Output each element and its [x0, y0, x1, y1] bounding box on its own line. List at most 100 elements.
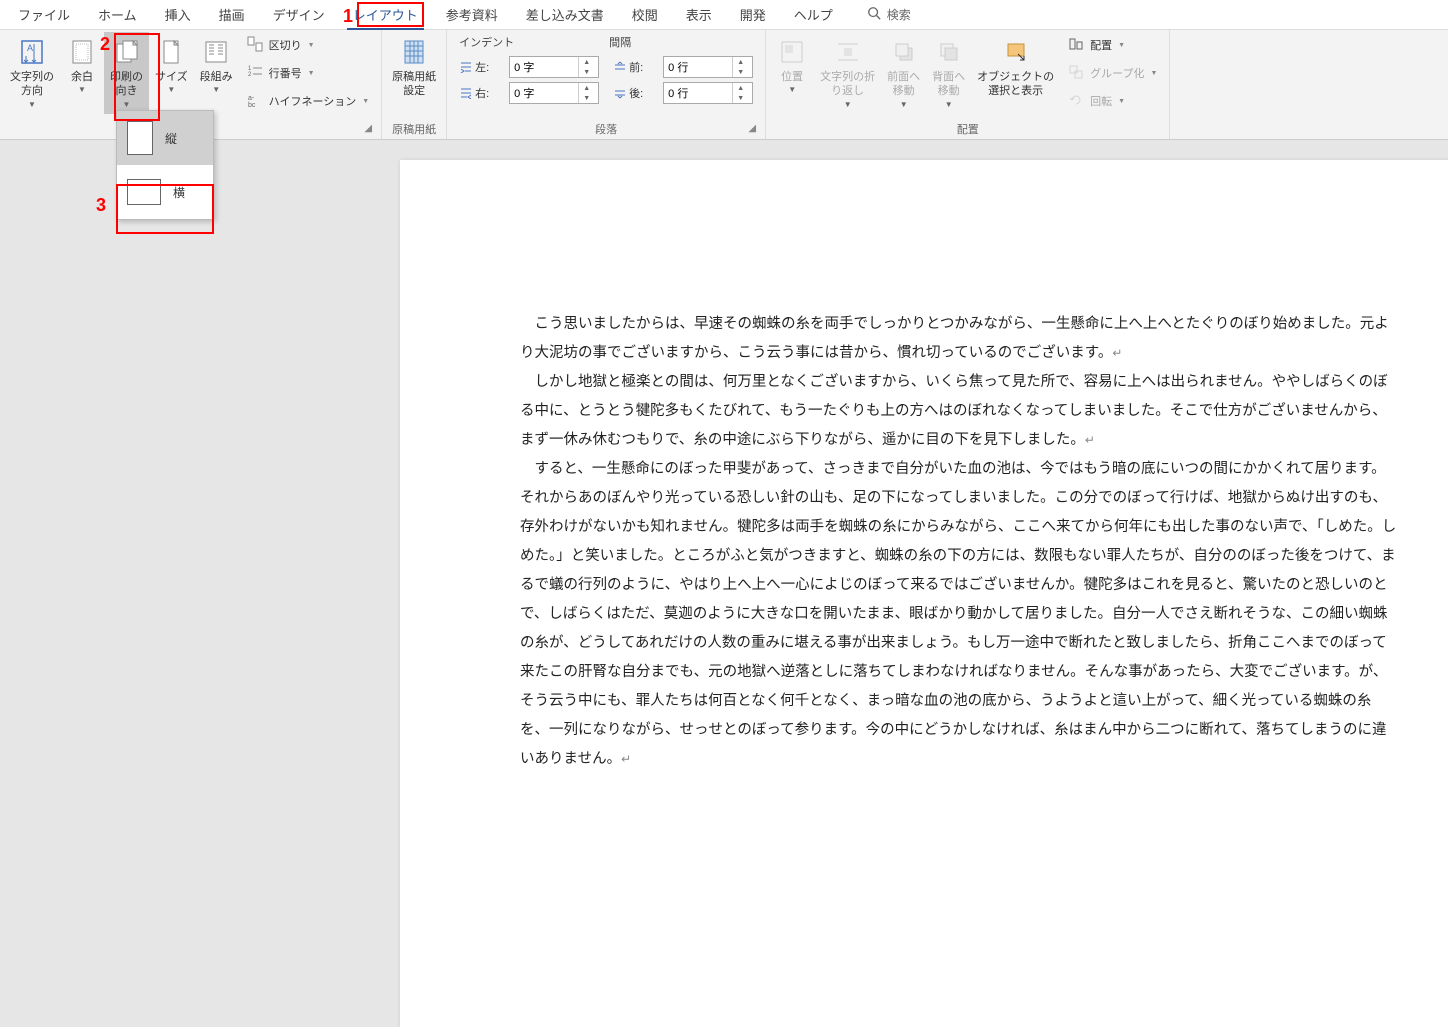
chevron-down-icon: ▼ [28, 100, 36, 110]
indent-left-spinner[interactable]: ▲▼ [509, 56, 599, 78]
group-objects-label: グループ化 [1090, 65, 1144, 81]
tab-draw[interactable]: 描画 [205, 0, 259, 30]
align-button[interactable]: 配置 ▼ [1064, 34, 1161, 56]
tab-file[interactable]: ファイル [4, 0, 84, 30]
manuscript-group-label: 原稿用紙 [386, 119, 442, 139]
indent-right-spinner[interactable]: ▲▼ [509, 82, 599, 104]
wrap-text-button: 文字列の折 り返し ▼ [814, 32, 881, 114]
size-button[interactable]: サイズ ▼ [149, 32, 194, 100]
group-icon [1068, 64, 1084, 83]
svg-text:a-: a- [248, 95, 255, 102]
line-numbers-icon: 12 [247, 64, 263, 83]
spin-up-icon[interactable]: ▲ [579, 83, 594, 93]
spin-down-icon[interactable]: ▼ [733, 93, 748, 103]
orientation-button[interactable]: 印刷の 向き ▼ [104, 32, 149, 114]
arrange-group-label: 配置 [770, 119, 1165, 139]
manuscript-settings-button[interactable]: 原稿用紙 設定 [386, 32, 442, 103]
align-icon [1068, 36, 1084, 55]
line-numbers-label: 行番号 [269, 65, 302, 81]
spacing-after-input[interactable] [664, 83, 732, 103]
chevron-down-icon: ▼ [945, 100, 953, 110]
position-label: 位置 [781, 70, 803, 84]
orientation-landscape-item[interactable]: 横 [117, 165, 213, 219]
svg-text:A: A [27, 43, 33, 53]
ribbon-tabs: ファイル ホーム 挿入 描画 デザイン レイアウト 参考資料 差し込み文書 校閲… [0, 0, 1448, 30]
document-page[interactable]: こう思いましたからは、早速その蜘蛛の糸を両手でしっかりとつかみながら、一生懸命に… [400, 160, 1448, 1027]
tab-mailings[interactable]: 差し込み文書 [512, 0, 618, 30]
align-label: 配置 [1090, 37, 1112, 53]
bring-forward-button: 前面へ 移動 ▼ [881, 32, 926, 114]
spacing-before-label: 前: [613, 59, 659, 75]
svg-text:bc: bc [248, 102, 256, 108]
paragraph-dialog-launcher[interactable]: ◢ [745, 123, 759, 137]
send-backward-icon [933, 36, 965, 68]
tab-home[interactable]: ホーム [84, 0, 151, 30]
spacing-before-input[interactable] [664, 57, 732, 77]
text-direction-label: 文字列の 方向 [10, 70, 54, 99]
group-arrange: 位置 ▼ 文字列の折 り返し ▼ 前面へ 移動 ▼ 背面へ 移動 ▼ オブジェク… [766, 30, 1170, 139]
indent-header: インデント [459, 34, 609, 50]
tab-developer[interactable]: 開発 [726, 0, 780, 30]
spacing-after-spinner[interactable]: ▲▼ [663, 82, 753, 104]
spin-up-icon[interactable]: ▲ [733, 83, 748, 93]
spin-up-icon[interactable]: ▲ [733, 57, 748, 67]
manuscript-label: 原稿用紙 設定 [392, 70, 436, 99]
position-button: 位置 ▼ [770, 32, 814, 100]
tab-design[interactable]: デザイン [259, 0, 339, 30]
columns-button[interactable]: 段組み ▼ [194, 32, 239, 100]
spacing-after-label: 後: [613, 85, 659, 101]
tab-references[interactable]: 参考資料 [432, 0, 512, 30]
search-icon [867, 6, 881, 23]
paragraph-1: こう思いましたからは、早速その蜘蛛の糸を両手でしっかりとつかみながら、一生懸命に… [520, 316, 1389, 361]
bring-forward-icon [888, 36, 920, 68]
paragraph-2: しかし地獄と極楽との間は、何万里となくございますから、いくら焦って見た所で、容易… [520, 374, 1388, 448]
orientation-dropdown: 縦 横 [116, 110, 214, 220]
tab-review[interactable]: 校閲 [618, 0, 672, 30]
group-paragraph: インデント 間隔 左: ▲▼ 前: [447, 30, 766, 139]
rotate-label: 回転 [1090, 93, 1112, 109]
page-setup-dialog-launcher[interactable]: ◢ [361, 123, 375, 137]
spacing-before-spinner[interactable]: ▲▼ [663, 56, 753, 78]
chevron-down-icon: ▼ [308, 70, 315, 77]
orientation-portrait-label: 縦 [165, 130, 177, 147]
tab-insert[interactable]: 挿入 [151, 0, 205, 30]
text-direction-button[interactable]: A 文字列の 方向 ▼ [4, 32, 60, 114]
tab-help[interactable]: ヘルプ [780, 0, 847, 30]
spin-down-icon[interactable]: ▼ [579, 67, 594, 77]
annotation-label-3: 3 [96, 195, 106, 216]
size-icon [155, 36, 187, 68]
margins-button[interactable]: 余白 ▼ [60, 32, 104, 100]
search-box[interactable]: 検索 [867, 6, 911, 23]
chevron-down-icon: ▼ [167, 85, 175, 95]
orientation-portrait-item[interactable]: 縦 [117, 111, 213, 165]
orientation-landscape-label: 横 [173, 184, 185, 201]
breaks-button[interactable]: 区切り ▼ [243, 34, 374, 56]
wrap-text-label: 文字列の折 り返し [820, 70, 875, 99]
annotation-label-1: 1 [343, 6, 353, 27]
selection-pane-button[interactable]: オブジェクトの 選択と表示 [971, 32, 1060, 103]
indent-left-label: 左: [459, 59, 505, 75]
breaks-icon [247, 36, 263, 55]
hyphenation-icon: a-bc [247, 92, 263, 111]
columns-label: 段組み [200, 70, 233, 84]
chevron-down-icon: ▼ [78, 85, 86, 95]
spin-down-icon[interactable]: ▼ [579, 93, 594, 103]
chevron-down-icon: ▼ [362, 98, 369, 105]
spin-down-icon[interactable]: ▼ [733, 67, 748, 77]
indent-right-input[interactable] [510, 83, 578, 103]
ribbon: A 文字列の 方向 ▼ 余白 ▼ 印刷の 向き ▼ [0, 30, 1448, 140]
line-numbers-button[interactable]: 12 行番号 ▼ [243, 62, 374, 84]
spin-up-icon[interactable]: ▲ [579, 57, 594, 67]
tab-view[interactable]: 表示 [672, 0, 726, 30]
position-icon [776, 36, 808, 68]
columns-icon [200, 36, 232, 68]
indent-right-label: 右: [459, 85, 505, 101]
rotate-icon [1068, 92, 1084, 111]
group-objects-button: グループ化 ▼ [1064, 62, 1161, 84]
paragraph-mark: ↵ [621, 752, 631, 766]
indent-left-input[interactable] [510, 57, 578, 77]
chevron-down-icon: ▼ [1118, 42, 1125, 49]
document-body[interactable]: こう思いましたからは、早速その蜘蛛の糸を両手でしっかりとつかみながら、一生懸命に… [520, 310, 1400, 774]
hyphenation-button[interactable]: a-bc ハイフネーション ▼ [243, 90, 374, 112]
text-direction-icon: A [16, 36, 48, 68]
